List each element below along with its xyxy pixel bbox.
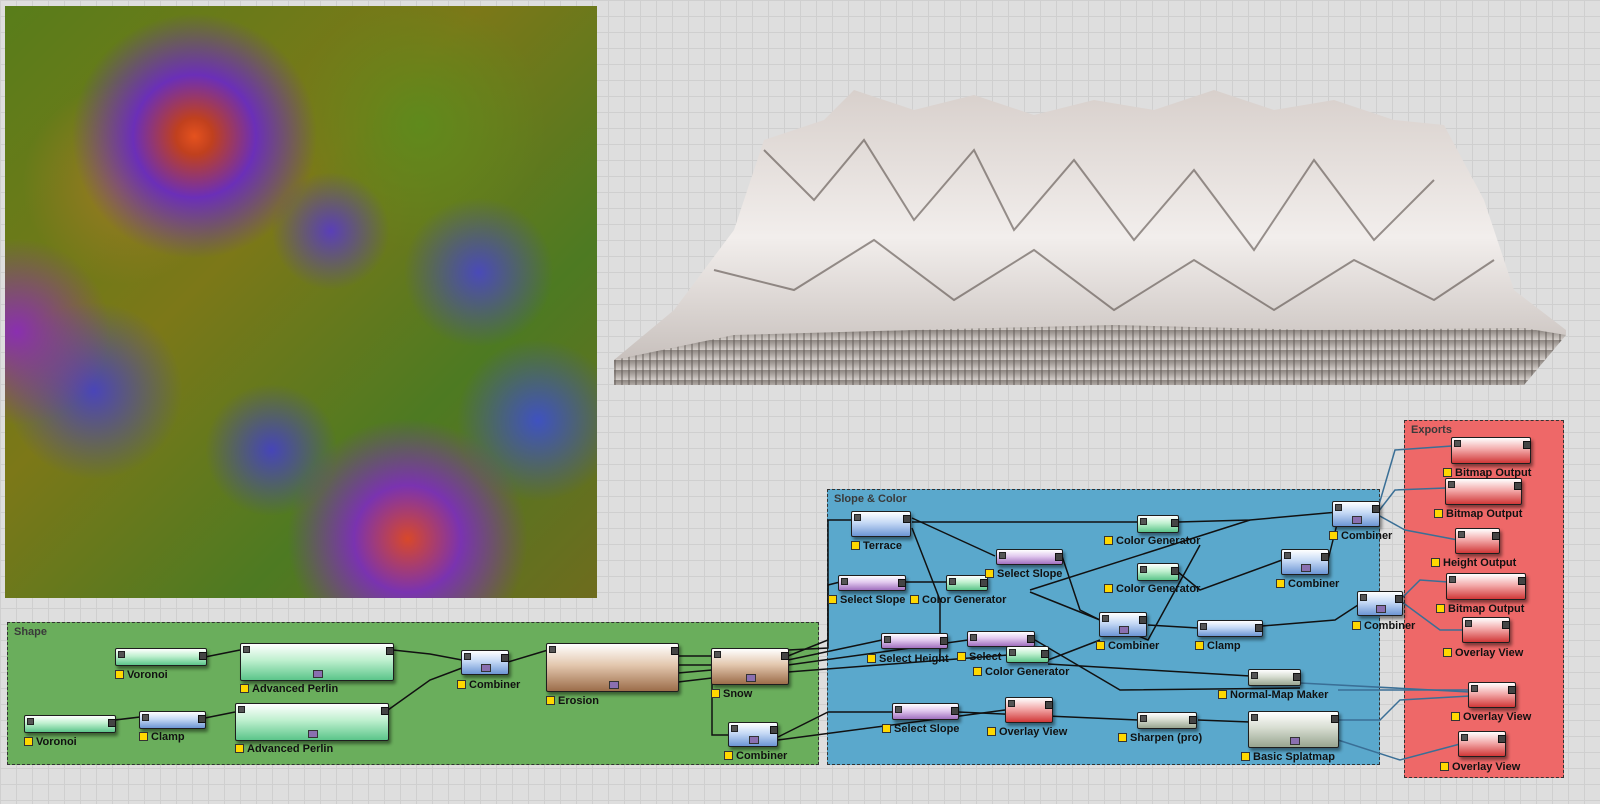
voronoi-label-1: Voronoi <box>115 669 168 681</box>
combiner-node-4[interactable] <box>1281 549 1329 575</box>
clamp-node-2[interactable] <box>1197 620 1263 637</box>
basic-splatmap-label: Basic Splatmap <box>1241 751 1335 763</box>
combiner-node-5[interactable] <box>1332 501 1380 527</box>
combiner-node-6[interactable] <box>1357 591 1403 616</box>
advanced-perlin-node-1[interactable] <box>240 643 394 681</box>
color-generator-node-2[interactable] <box>1137 515 1179 533</box>
combiner-label-2: Combiner <box>724 750 787 762</box>
voronoi-node-1[interactable] <box>115 648 207 666</box>
overlay-view-node-2[interactable] <box>1462 617 1510 643</box>
color-generator-node-3[interactable] <box>1137 563 1179 581</box>
voronoi-label-2: Voronoi <box>24 736 77 748</box>
select-height-label-2: Select <box>957 651 1001 663</box>
snow-label: Snow <box>711 688 752 700</box>
combiner-label-5: Combiner <box>1329 530 1392 542</box>
bitmap-output-node-3[interactable] <box>1446 573 1526 600</box>
overlay-view-label-1: Overlay View <box>987 726 1067 738</box>
combiner-node-3[interactable] <box>1099 612 1147 637</box>
overlay-view-label-4: Overlay View <box>1440 761 1520 773</box>
bitmap-output-node-2[interactable] <box>1445 478 1522 505</box>
color-generator-label-3: Color Generator <box>1104 583 1200 595</box>
erosion-label: Erosion <box>546 695 599 707</box>
combiner-node-1[interactable] <box>461 650 509 675</box>
sharpen-pro-label: Sharpen (pro) <box>1118 732 1202 744</box>
color-generator-label-2: Color Generator <box>1104 535 1200 547</box>
terrace-label: Terrace <box>851 540 902 552</box>
combiner-node-2[interactable] <box>728 722 778 747</box>
advanced-perlin-label-1: Advanced Perlin <box>240 683 338 695</box>
color-generator-node-1[interactable] <box>946 575 988 591</box>
color-generator-node-4[interactable] <box>1006 646 1049 663</box>
select-slope-label-3: Select Slope <box>882 723 959 735</box>
erosion-node[interactable] <box>546 643 679 692</box>
advanced-perlin-label-2: Advanced Perlin <box>235 743 333 755</box>
voronoi-node-2[interactable] <box>24 715 116 733</box>
select-height-node[interactable] <box>881 633 948 649</box>
bitmap-output-label-3: Bitmap Output <box>1436 603 1524 615</box>
overlay-view-node-4[interactable] <box>1458 731 1506 757</box>
clamp-label-1: Clamp <box>139 731 185 743</box>
height-output-label: Height Output <box>1431 557 1516 569</box>
select-slope-node-1[interactable] <box>838 575 906 591</box>
basic-splatmap-node[interactable] <box>1248 711 1339 748</box>
overlay-view-label-2: Overlay View <box>1443 647 1523 659</box>
advanced-perlin-node-2[interactable] <box>235 703 389 741</box>
select-slope-node-3[interactable] <box>892 703 959 720</box>
select-slope-label-1: Select Slope <box>828 594 905 606</box>
select-height-node-2[interactable] <box>967 631 1035 647</box>
combiner-label-4: Combiner <box>1276 578 1339 590</box>
select-height-label: Select Height <box>867 653 949 665</box>
combiner-label-6: Combiner <box>1352 620 1415 632</box>
color-generator-label-1: Color Generator <box>910 594 1006 606</box>
normal-map-maker-node[interactable] <box>1248 669 1301 686</box>
clamp-label-2: Clamp <box>1195 640 1241 652</box>
color-generator-label-4: Color Generator <box>973 666 1069 678</box>
snow-node[interactable] <box>711 648 789 685</box>
overlay-view-node-3[interactable] <box>1468 682 1516 708</box>
combiner-label-1: Combiner <box>457 679 520 691</box>
combiner-label-3: Combiner <box>1096 640 1159 652</box>
overlay-view-node-1[interactable] <box>1005 697 1053 723</box>
height-output-node[interactable] <box>1455 528 1500 554</box>
terrace-node[interactable] <box>851 511 911 537</box>
select-slope-label-2: Select Slope <box>985 568 1062 580</box>
bitmap-output-label-2: Bitmap Output <box>1434 508 1522 520</box>
sharpen-pro-node[interactable] <box>1137 712 1197 729</box>
normal-map-maker-label: Normal-Map Maker <box>1218 689 1328 701</box>
overlay-view-label-3: Overlay View <box>1451 711 1531 723</box>
clamp-node-1[interactable] <box>139 711 206 729</box>
bitmap-output-node-1[interactable] <box>1451 437 1531 464</box>
select-slope-node-2[interactable] <box>996 549 1063 565</box>
